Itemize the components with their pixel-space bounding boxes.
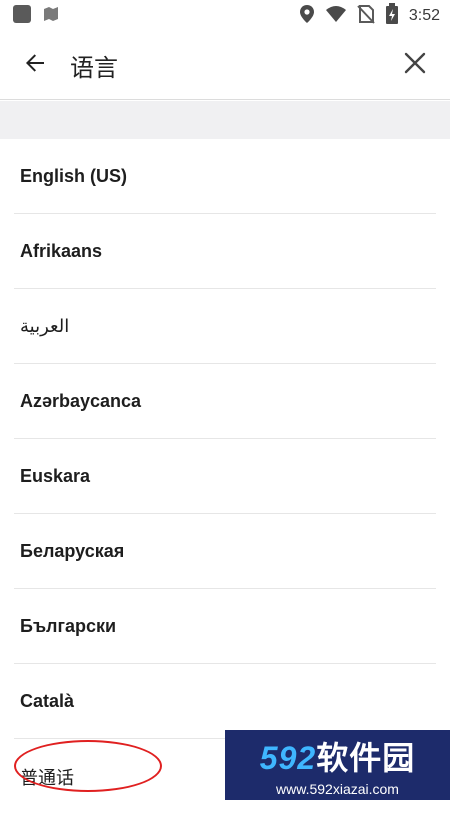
language-item-english-us[interactable]: English (US)	[14, 139, 436, 214]
status-time: 3:52	[408, 7, 440, 24]
site-watermark: 592软件园 www.592xiazai.com	[225, 730, 450, 800]
language-item-arabic[interactable]: العربية	[14, 289, 436, 364]
watermark-brand: 592软件园	[260, 733, 415, 779]
language-label: Беларуская	[20, 540, 125, 561]
language-item-afrikaans[interactable]: Afrikaans	[14, 214, 436, 289]
app-square-icon	[12, 4, 32, 29]
language-item-belarusian[interactable]: Беларуская	[14, 514, 436, 589]
language-label: English (US)	[20, 165, 127, 186]
language-item-bulgarian[interactable]: Български	[14, 589, 436, 664]
watermark-url: www.592xiazai.com	[276, 781, 399, 797]
language-label: Afrikaans	[20, 240, 103, 261]
watermark-brand-text: 软件园	[316, 740, 416, 776]
map-icon	[42, 5, 60, 28]
language-item-catalan[interactable]: Català	[14, 664, 436, 739]
language-item-azerbaijani[interactable]: Azərbaycanca	[14, 364, 436, 439]
back-button[interactable]	[0, 32, 70, 100]
status-left	[12, 4, 60, 29]
highlight-ellipse-annotation	[14, 740, 162, 792]
battery-charging-icon	[385, 2, 399, 30]
wifi-icon	[325, 5, 347, 28]
location-icon	[299, 4, 315, 29]
arrow-left-icon	[23, 51, 47, 80]
language-label: Euskara	[20, 465, 91, 486]
language-item-basque[interactable]: Euskara	[14, 439, 436, 514]
language-label: العربية	[20, 315, 70, 336]
close-button[interactable]	[380, 32, 450, 100]
status-bar: 3:52	[0, 0, 450, 32]
language-label: Български	[20, 615, 117, 636]
app-bar: 语言	[0, 32, 450, 100]
language-label: Català	[20, 690, 75, 711]
language-label: Azərbaycanca	[20, 390, 142, 411]
no-sim-icon	[357, 4, 375, 29]
page-title: 语言	[70, 55, 118, 82]
status-right: 3:52	[299, 2, 440, 30]
watermark-number: 592	[259, 740, 317, 776]
close-icon	[404, 52, 426, 79]
section-spacer	[0, 101, 450, 139]
language-list: English (US) Afrikaans العربية Azərbayca…	[0, 139, 450, 814]
